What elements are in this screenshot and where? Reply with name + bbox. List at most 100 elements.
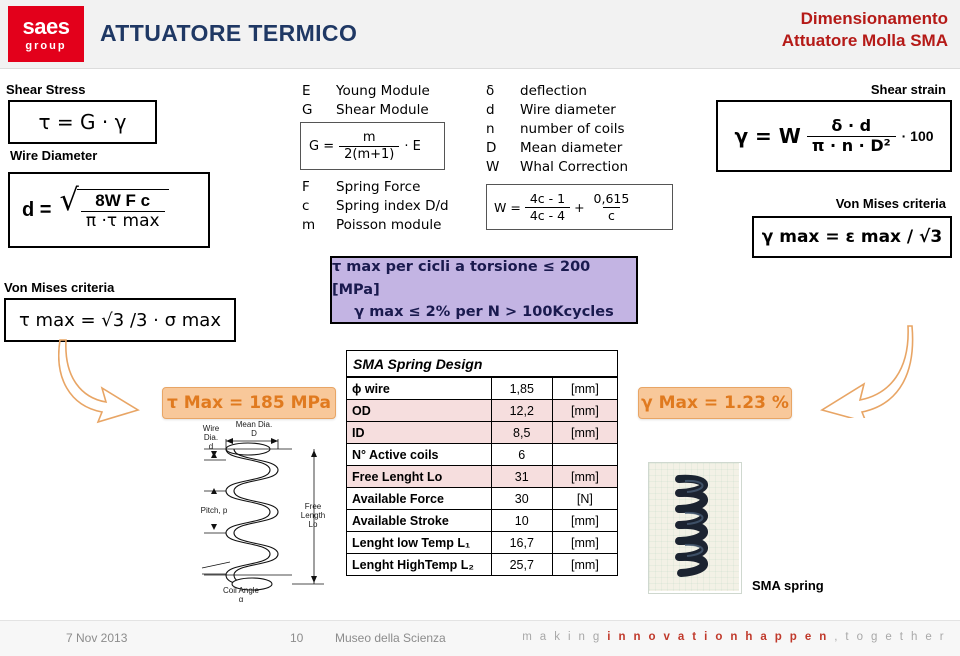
row-label: Lenght low Temp L₁ bbox=[346, 531, 492, 554]
wire-diameter-sqrt: √ 8W F c π ·τ max bbox=[59, 186, 169, 231]
table-title-row: SMA Spring Design bbox=[346, 350, 618, 378]
constraint-line-gamma: γ max ≤ 2% per N > 100Kcycles bbox=[354, 304, 614, 321]
wire-diameter-caption: Wire Diameter bbox=[10, 148, 98, 163]
w-formula-num-2: 0,615 bbox=[593, 191, 630, 207]
symbol: m bbox=[302, 217, 316, 233]
wire-diameter-label: Wire Dia. d bbox=[202, 424, 220, 452]
wire-diameter-numerator: 8W F c bbox=[95, 191, 151, 211]
shear-strain-lhs: γ = W bbox=[734, 124, 801, 148]
row-unit: [mm] bbox=[551, 509, 619, 532]
w-formula-lhs: W = bbox=[494, 199, 521, 215]
spring-photo-svg bbox=[649, 463, 739, 591]
nomenclature-group-2: F Spring Force c Spring index D/d m Pois… bbox=[302, 178, 477, 235]
nomenclature-row: W Whal Correction bbox=[486, 158, 686, 177]
symbol: d bbox=[486, 102, 495, 118]
row-value: 30 bbox=[490, 487, 553, 510]
nomenclature-row: c Spring index D/d bbox=[302, 197, 477, 216]
shear-stress-formula-box: τ = G · γ bbox=[8, 100, 157, 144]
table-row: ϕ wire 1,85 [mm] bbox=[346, 376, 619, 400]
spring-schematic-diagram: Wire Dia. d Mean Dia. D Pitch, p Free Length… bbox=[196, 420, 346, 616]
tau-max-result-badge: τ Max = 185 MPa bbox=[162, 387, 336, 419]
table-body: SMA Spring Design ϕ wire 1,85 [mm] OD 12… bbox=[346, 350, 619, 576]
tagline-accent: i n n o v a t i o n h a p p e n bbox=[607, 631, 829, 643]
w-formula-den-1: 4c - 4 bbox=[524, 206, 571, 222]
row-label: Available Stroke bbox=[346, 509, 492, 532]
saes-group-logo: saes group bbox=[8, 6, 84, 62]
tagline-post: , t o g e t h e r bbox=[828, 631, 946, 643]
meaning: number of coils bbox=[520, 121, 625, 137]
row-unit: [mm] bbox=[551, 399, 619, 422]
table-row: Available Force 30 [N] bbox=[346, 487, 619, 510]
free-length-label: Free Length Lo bbox=[300, 502, 326, 530]
von-mises-formula-box-right: γ max = ε max / √3 bbox=[752, 216, 952, 258]
coil-angle-label: Coil Angle α bbox=[222, 586, 260, 605]
von-mises-caption-right: Von Mises criteria bbox=[835, 196, 946, 211]
row-value: 31 bbox=[490, 465, 553, 488]
shear-strain-formula-box: γ = W δ · d π · n · D² · 100 bbox=[716, 100, 952, 172]
shear-stress-formula: τ = G · γ bbox=[38, 110, 127, 134]
table-title: SMA Spring Design bbox=[346, 350, 618, 378]
footer-venue: Museo della Scienza bbox=[335, 631, 446, 645]
row-unit bbox=[551, 443, 619, 466]
header-subtitle-line1: Dimensionamento bbox=[800, 9, 948, 28]
g-formula-fraction: m 2(m+1) bbox=[339, 129, 400, 162]
von-mises-caption-left: Von Mises criteria bbox=[4, 280, 115, 295]
row-label: ID bbox=[346, 421, 492, 444]
table-row: Lenght HighTemp L₂ 25,7 [mm] bbox=[346, 553, 619, 576]
meaning: Whal Correction bbox=[520, 159, 629, 175]
meaning: Spring index D/d bbox=[336, 198, 449, 214]
w-formula-den-2: c bbox=[603, 206, 620, 222]
symbol: D bbox=[486, 140, 497, 156]
nomenclature-row: F Spring Force bbox=[302, 178, 477, 197]
footer-tagline: m a k i n g i n n o v a t i o n h a p p … bbox=[522, 631, 946, 643]
nomenclature-group-1: E Young Module G Shear Module bbox=[302, 82, 462, 120]
nomenclature-group-3: δ deflection d Wire diameter n number of… bbox=[486, 82, 686, 177]
logo-subtext: group bbox=[25, 40, 67, 52]
nomenclature-row: δ deflection bbox=[486, 82, 686, 101]
constraints-box: τ max per cicli a torsione ≤ 200 [MPa] γ… bbox=[330, 256, 638, 324]
meaning: Young Module bbox=[336, 83, 430, 99]
shear-strain-caption: Shear strain bbox=[870, 82, 946, 97]
meaning: Poisson module bbox=[336, 217, 442, 233]
shear-module-formula-box: G = m 2(m+1) · E bbox=[300, 122, 445, 170]
symbol: W bbox=[486, 159, 500, 175]
row-value: 8,5 bbox=[490, 421, 553, 444]
row-unit: [mm] bbox=[551, 376, 619, 400]
row-unit: [mm] bbox=[551, 421, 619, 444]
meaning: Spring Force bbox=[336, 179, 421, 195]
row-label: OD bbox=[346, 399, 492, 422]
nomenclature-row: E Young Module bbox=[302, 82, 462, 101]
row-unit: [mm] bbox=[551, 553, 619, 576]
photo-caption: SMA spring bbox=[752, 578, 824, 593]
wire-diameter-formula-box: d = √ 8W F c π ·τ max bbox=[8, 172, 210, 248]
shear-strain-numerator: δ · d bbox=[831, 115, 872, 135]
symbol: n bbox=[486, 121, 495, 137]
row-value: 6 bbox=[490, 443, 553, 466]
sma-spring-design-table: SMA Spring Design ϕ wire 1,85 [mm] OD 12… bbox=[346, 350, 619, 576]
row-label: ϕ wire bbox=[346, 376, 492, 400]
w-formula-plus: + bbox=[574, 199, 585, 215]
symbol: F bbox=[302, 179, 310, 195]
g-formula-denominator: 2(m+1) bbox=[339, 145, 400, 162]
constraint-line-tau: τ max per cicli a torsione ≤ 200 [MPa] bbox=[332, 259, 591, 298]
tagline-pre: m a k i n g bbox=[522, 631, 608, 643]
g-formula-numerator: m bbox=[362, 129, 376, 145]
nomenclature-row: d Wire diameter bbox=[486, 101, 686, 120]
meaning: Mean diameter bbox=[520, 140, 623, 156]
w-formula-fraction-1: 4c - 1 4c - 4 bbox=[524, 191, 571, 222]
table-row: Free Lenght Lo 31 [mm] bbox=[346, 465, 619, 488]
von-mises-formula-left: τ max = √3 /3 · σ max bbox=[19, 309, 221, 331]
row-value: 16,7 bbox=[490, 531, 553, 554]
page-title: ATTUATORE TERMICO bbox=[100, 20, 358, 46]
w-formula-num-1: 4c - 1 bbox=[529, 191, 566, 207]
meaning: Shear Module bbox=[336, 102, 429, 118]
symbol: E bbox=[302, 83, 311, 99]
gamma-max-result-text: γ Max = 1.23 % bbox=[641, 393, 789, 413]
row-unit: [N] bbox=[551, 487, 619, 510]
row-unit: [mm] bbox=[551, 531, 619, 554]
header-subtitle-line2: Attuatore Molla SMA bbox=[781, 31, 948, 51]
nomenclature-row: G Shear Module bbox=[302, 101, 462, 120]
slide-header: saes group ATTUATORE TERMICO Dimensionam… bbox=[0, 0, 960, 69]
table-row: ID 8,5 [mm] bbox=[346, 421, 619, 444]
row-value: 1,85 bbox=[490, 376, 553, 400]
